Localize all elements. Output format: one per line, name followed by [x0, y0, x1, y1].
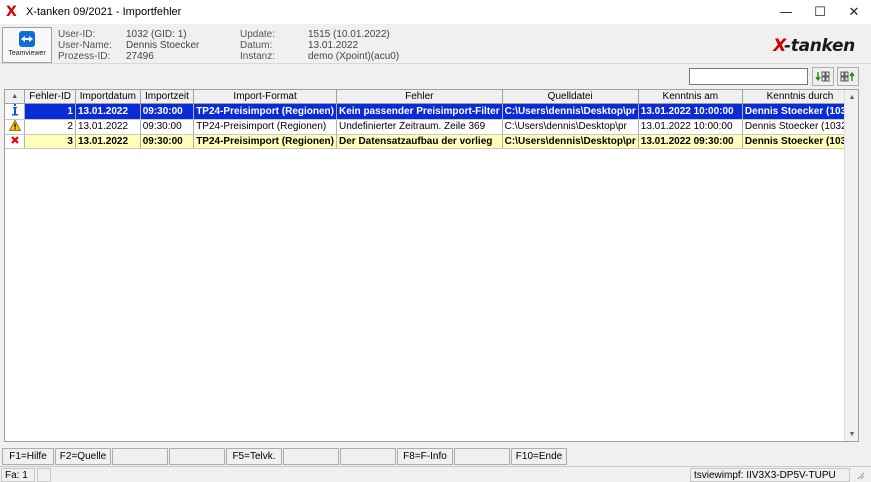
- sort-up-button[interactable]: [837, 67, 859, 86]
- status-left: Fa: 1: [1, 468, 35, 482]
- cell-time: 09:30:00: [140, 134, 195, 149]
- cell-id: 1: [24, 103, 76, 120]
- cell-source: C:\Users\dennis\Desktop\pr: [502, 119, 639, 135]
- teamviewer-button[interactable]: Teamviewer: [2, 27, 52, 63]
- process-id-value: 27496: [126, 51, 154, 62]
- f1-help-button[interactable]: F1=Hilfe: [2, 448, 54, 465]
- column-header[interactable]: Kenntnis am: [638, 90, 743, 104]
- f4-button[interactable]: [169, 448, 225, 465]
- f5-telvk-button[interactable]: F5=Telvk.: [226, 448, 282, 465]
- table-row[interactable]: 3 13.01.2022 09:30:00 TP24-Preisimport (…: [5, 134, 858, 149]
- cell-time: 09:30:00: [140, 119, 195, 135]
- cell-error: Kein passender Preisimport-Filter: [336, 103, 503, 120]
- column-header[interactable]: Fehler-ID: [24, 90, 76, 104]
- date-label: Datum:: [240, 40, 273, 51]
- column-header[interactable]: Importzeit: [140, 90, 195, 104]
- info-icon: [5, 103, 26, 120]
- cell-noticed-at: 13.01.2022 10:00:00: [638, 119, 743, 135]
- scroll-down-icon[interactable]: ▼: [845, 427, 858, 441]
- teamviewer-icon: [19, 31, 35, 47]
- brand-logo: X-tanken: [773, 36, 855, 56]
- sort-indicator-icon[interactable]: ▲: [5, 90, 26, 104]
- date-value: 13.01.2022: [308, 40, 359, 51]
- cell-noticed-at: 13.01.2022 09:30:00: [638, 134, 743, 149]
- cell-noticed-by: Dennis Stoecker (1032): [742, 103, 858, 120]
- cell-date: 13.01.2022: [75, 119, 141, 135]
- system-info: Update: 1515 (10.01.2022) Datum: 13.01.202…: [240, 29, 399, 62]
- column-header[interactable]: Kenntnis durch: [742, 90, 858, 104]
- cell-format: TP24-Preisimport (Regionen): [193, 103, 337, 120]
- cell-id: 2: [24, 119, 76, 135]
- error-icon: [5, 134, 26, 149]
- f10-end-button[interactable]: F10=Ende: [511, 448, 567, 465]
- cell-time: 09:30:00: [140, 103, 195, 120]
- cell-date: 13.01.2022: [75, 103, 141, 120]
- window-controls: — ☐ ✕: [769, 0, 871, 24]
- function-key-bar: F1=Hilfe F2=Quelle F5=Telvk. F8=F-Info F…: [0, 448, 871, 465]
- user-info: User-ID: 1032 (GID: 1) User-Name: Dennis S…: [58, 29, 199, 62]
- f9-button[interactable]: [454, 448, 510, 465]
- table-header: ▲ Fehler-ID Importdatum Importzeit Impor…: [5, 90, 858, 104]
- brand-x: X: [773, 36, 784, 56]
- column-header[interactable]: Import-Format: [193, 90, 337, 104]
- vertical-scrollbar[interactable]: ▲ ▼: [844, 90, 858, 441]
- status-right: tsviewimpf: IIV3X3-DP5V-TUPU: [690, 468, 850, 482]
- app-logo-icon: X: [6, 4, 17, 20]
- cell-noticed-by: Dennis Stoecker (1032): [742, 134, 858, 149]
- sort-down-icon: [815, 71, 830, 82]
- cell-noticed-at: 13.01.2022 10:00:00: [638, 103, 743, 120]
- cell-format: TP24-Preisimport (Regionen): [193, 134, 337, 149]
- sort-down-button[interactable]: [812, 67, 834, 86]
- header-info: Teamviewer User-ID: 1032 (GID: 1) User-Na…: [0, 24, 871, 64]
- table-row[interactable]: 2 13.01.2022 09:30:00 TP24-Preisimport (…: [5, 119, 858, 135]
- cell-noticed-by: Dennis Stoecker (1032): [742, 119, 858, 135]
- f2-source-button[interactable]: F2=Quelle: [55, 448, 111, 465]
- column-header[interactable]: Quelldatei: [502, 90, 639, 104]
- teamviewer-label: Teamviewer: [8, 50, 46, 57]
- column-header[interactable]: Fehler: [336, 90, 503, 104]
- table-row[interactable]: 1 13.01.2022 09:30:00 TP24-Preisimport (…: [5, 103, 858, 120]
- error-table[interactable]: ▲ Fehler-ID Importdatum Importzeit Impor…: [4, 89, 859, 442]
- f7-button[interactable]: [340, 448, 396, 465]
- f3-button[interactable]: [112, 448, 168, 465]
- update-label: Update:: [240, 29, 276, 40]
- scroll-up-icon[interactable]: ▲: [845, 90, 858, 104]
- user-id-value: 1032 (GID: 1): [126, 29, 187, 40]
- cell-id: 3: [24, 134, 76, 149]
- window-title: X-tanken 09/2021 - Importfehler: [26, 6, 182, 18]
- close-button[interactable]: ✕: [837, 0, 871, 24]
- cell-date: 13.01.2022: [75, 134, 141, 149]
- status-cell-empty: [37, 468, 51, 482]
- maximize-button[interactable]: ☐: [803, 0, 837, 24]
- user-name-value: Dennis Stoecker: [126, 40, 200, 51]
- warning-icon: [5, 119, 26, 135]
- search-input[interactable]: [689, 68, 808, 85]
- process-id-label: Prozess-ID:: [58, 51, 111, 62]
- minimize-button[interactable]: —: [769, 0, 803, 24]
- cell-source: C:\Users\dennis\Desktop\pr: [502, 103, 639, 120]
- cell-source: C:\Users\dennis\Desktop\pr: [502, 134, 639, 149]
- brand-text: -tanken: [784, 36, 855, 56]
- cell-error: Der Datensatzaufbau der vorlieg: [336, 134, 503, 149]
- instance-label: Instanz:: [240, 51, 276, 62]
- f6-button[interactable]: [283, 448, 339, 465]
- update-value: 1515 (10.01.2022): [308, 29, 390, 40]
- user-id-label: User-ID:: [58, 29, 96, 40]
- instance-value: demo (Xpoint)(acu0): [308, 51, 400, 62]
- cell-error: Undefinierter Zeitraum. Zeile 369: [336, 119, 503, 135]
- user-name-label: User-Name:: [58, 40, 112, 51]
- f8-finfo-button[interactable]: F8=F-Info: [397, 448, 453, 465]
- cell-format: TP24-Preisimport (Regionen): [193, 119, 337, 135]
- column-header[interactable]: Importdatum: [75, 90, 141, 104]
- resize-grip-icon[interactable]: [852, 468, 869, 482]
- sort-up-icon: [840, 71, 855, 82]
- title-bar: X X-tanken 09/2021 - Importfehler — ☐ ✕: [0, 0, 871, 24]
- status-bar: Fa: 1 tsviewimpf: IIV3X3-DP5V-TUPU: [0, 466, 871, 482]
